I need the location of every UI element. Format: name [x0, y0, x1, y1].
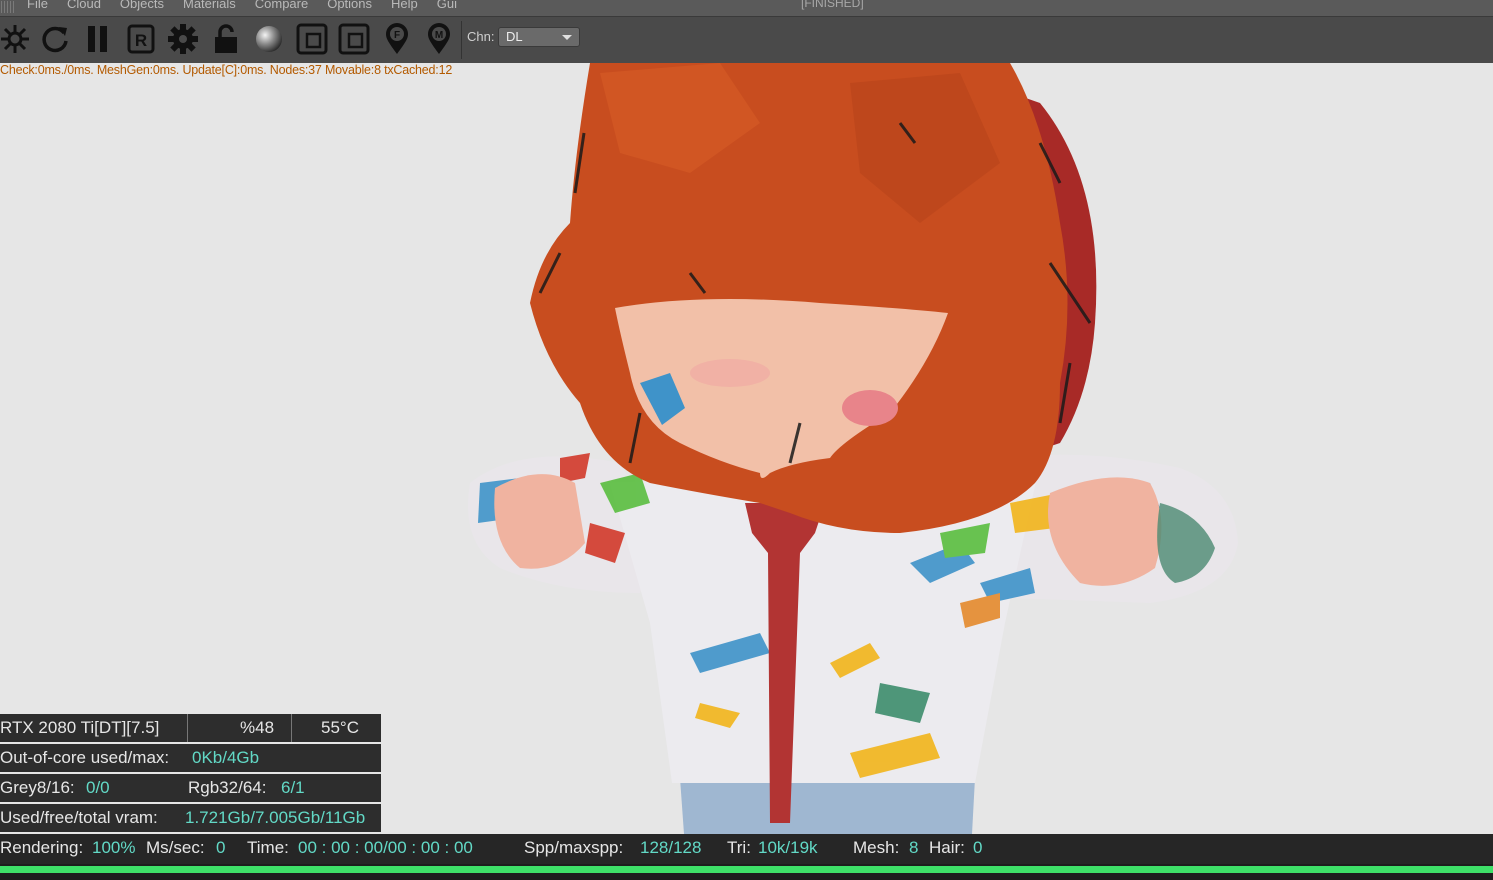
rgb-value: 6/1: [281, 778, 305, 797]
material-ball-icon[interactable]: [252, 22, 286, 56]
vram-value: 1.721Gb/7.005Gb/11Gb: [185, 808, 366, 827]
out-of-core-row: Out-of-core used/max: 0Kb/4Gb: [0, 744, 381, 772]
grey-label: Grey8/16:: [0, 778, 75, 797]
menu-help[interactable]: Help: [391, 0, 418, 11]
gpu-temp: 55°C: [321, 718, 359, 737]
menu-objects[interactable]: Objects: [120, 0, 164, 11]
stats-panel: RTX 2080 Ti[DT][7.5] %48 55°C Out-of-cor…: [0, 714, 381, 834]
gpu-usage: %48: [240, 718, 275, 737]
menu-file[interactable]: File: [27, 0, 48, 11]
film-region-icon[interactable]: [337, 22, 371, 56]
ooc-label: Out-of-core used/max:: [0, 748, 170, 767]
hair-label: Hair:: [929, 838, 965, 857]
pause-icon[interactable]: [81, 22, 115, 56]
f-pin-icon[interactable]: F: [380, 22, 414, 56]
render-status: [FINISHED]: [801, 0, 864, 10]
toolbar: R F M Chn: DL: [0, 17, 1493, 64]
time-value: 00 : 00 : 00/00 : 00 : 00: [298, 838, 473, 857]
spp-value: 128/128: [640, 838, 702, 857]
mesh-label: Mesh:: [853, 838, 900, 857]
ooc-value: 0Kb/4Gb: [192, 748, 260, 767]
hair-value: 0: [973, 838, 983, 857]
svg-text:F: F: [394, 30, 400, 41]
grip-icon: [1, 1, 15, 13]
svg-text:R: R: [135, 31, 147, 50]
gpu-name: RTX 2080 Ti[DT][7.5]: [0, 718, 160, 737]
svg-text:M: M: [435, 30, 443, 41]
render-settings-icon[interactable]: [0, 22, 32, 56]
channel-select[interactable]: DL: [498, 27, 580, 47]
channel-label: Chn:: [467, 29, 495, 44]
time-label: Time:: [247, 838, 289, 857]
divider: [291, 714, 292, 742]
texture-row: Grey8/16: 0/0 Rgb32/64: 6/1: [0, 774, 381, 802]
ms-label: Ms/sec:: [146, 838, 205, 857]
r-icon[interactable]: R: [124, 22, 158, 56]
render-progress-bar: [0, 864, 1493, 880]
menu-options[interactable]: Options: [327, 0, 372, 11]
channel-value: DL: [506, 29, 523, 44]
menu-cloud[interactable]: Cloud: [67, 0, 101, 11]
lock-icon[interactable]: [209, 22, 243, 56]
gpu-row: RTX 2080 Ti[DT][7.5] %48 55°C: [0, 714, 381, 742]
ms-value: 0: [216, 838, 226, 857]
menu-materials[interactable]: Materials: [183, 0, 236, 11]
tri-label: Tri:: [727, 838, 751, 857]
timing-info: Check:0ms./0ms. MeshGen:0ms. Update[C]:0…: [0, 63, 453, 77]
tri-value: 10k/19k: [758, 838, 818, 857]
grey-value: 0/0: [86, 778, 110, 797]
rendering-value: 100%: [92, 838, 136, 857]
divider: [187, 714, 188, 742]
vram-label: Used/free/total vram:: [0, 808, 158, 827]
region-icon[interactable]: [295, 22, 329, 56]
toolbar-separator: [461, 21, 462, 59]
status-bar: Rendering: 100% Ms/sec: 0 Time: 00 : 00 …: [0, 834, 1493, 864]
rendering-label: Rendering:: [0, 838, 84, 857]
menu-gui[interactable]: Gui: [437, 0, 457, 11]
menu-bar: File Cloud Objects Materials Compare Opt…: [0, 0, 1493, 17]
m-pin-icon[interactable]: M: [422, 22, 456, 56]
vram-row: Used/free/total vram: 1.721Gb/7.005Gb/11…: [0, 804, 381, 832]
restart-icon[interactable]: [38, 22, 72, 56]
spp-label: Spp/maxspp:: [524, 838, 624, 857]
gear-icon[interactable]: [166, 22, 200, 56]
rgb-label: Rgb32/64:: [188, 778, 267, 797]
chevron-down-icon: [562, 35, 572, 40]
render-progress-fill: [0, 866, 1493, 873]
menu-compare[interactable]: Compare: [255, 0, 308, 11]
mesh-value: 8: [909, 838, 919, 857]
